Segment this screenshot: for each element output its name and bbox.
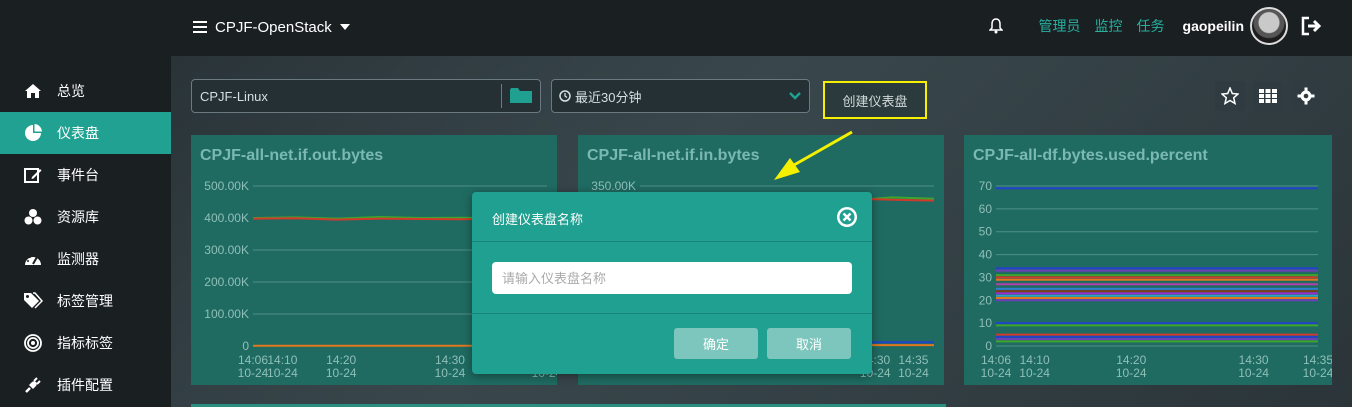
dashboard-select-value: CPJF-Linux <box>200 88 268 104</box>
chart-panel: CPJF-all-df.bytes.used.percent 70 60 50 40 3… <box>964 135 1332 385</box>
x-tick-label: 10-24 <box>326 366 357 380</box>
pie-chart-icon <box>23 123 43 143</box>
nav-link-tasks[interactable]: 任务 <box>1137 16 1165 36</box>
y-tick-label: 30 <box>979 270 993 284</box>
x-tick-label: 14:10 <box>267 353 297 367</box>
divider <box>472 313 872 314</box>
sidebar-item-resources[interactable]: 资源库 <box>0 196 171 238</box>
sidebar-item-label: 监测器 <box>57 251 99 267</box>
x-tick-label: 10-24 <box>1019 366 1050 380</box>
sidebar-item-label: 资源库 <box>57 209 99 225</box>
sidebar-item-overview[interactable]: 总览 <box>0 70 171 112</box>
y-tick-label: 400.00K <box>204 211 249 225</box>
target-icon <box>23 333 43 353</box>
cubes-icon <box>23 207 43 227</box>
x-tick-label: 14:06 <box>238 353 268 367</box>
y-tick-label: 60 <box>979 202 993 216</box>
y-tick-label: 0 <box>242 339 249 353</box>
close-icon[interactable] <box>836 206 858 233</box>
username[interactable]: gaopeilin <box>1183 18 1244 34</box>
dashboard-select[interactable]: CPJF-Linux <box>191 79 541 113</box>
logout-icon[interactable] <box>1300 16 1322 36</box>
avatar[interactable] <box>1250 7 1288 45</box>
x-tick-label: 14:30 <box>435 353 465 367</box>
gear-icon[interactable] <box>1291 81 1321 111</box>
modal-title: 创建仪表盘名称 <box>492 212 584 227</box>
x-tick-label: 14:20 <box>1116 353 1146 367</box>
x-tick-label: 10-24 <box>238 366 269 380</box>
y-tick-label: 40 <box>979 248 993 262</box>
arrow-annotation <box>774 130 853 180</box>
chevron-down-icon <box>789 92 801 100</box>
sidebar-item-monitors[interactable]: 监测器 <box>0 238 171 280</box>
sidebar-item-label: 仪表盘 <box>57 125 99 141</box>
create-dashboard-modal: 创建仪表盘名称 确定 取消 <box>472 192 872 374</box>
plug-icon <box>23 375 43 395</box>
time-range-select[interactable]: 最近30分钟 <box>551 79 810 113</box>
x-tick-label: 14:35 <box>1303 353 1332 367</box>
sidebar-item-plugins[interactable]: 插件配置 <box>0 364 171 406</box>
star-icon[interactable] <box>1215 81 1245 111</box>
y-tick-label: 200.00K <box>204 275 249 289</box>
top-right-nav: 管理员 监控 任务 gaopeilin <box>988 6 1322 46</box>
sidebar-item-events[interactable]: 事件台 <box>0 154 171 196</box>
y-tick-label: 50 <box>979 225 993 239</box>
panel-title: CPJF-all-df.bytes.used.percent <box>973 147 1208 164</box>
y-tick-label: 10 <box>979 316 993 330</box>
cancel-button[interactable]: 取消 <box>767 328 851 359</box>
x-tick-label: 14:06 <box>981 353 1011 367</box>
folder-icon[interactable] <box>502 88 540 104</box>
x-tick-label: 10-24 <box>1116 366 1147 380</box>
x-tick-label: 14:35 <box>898 353 928 367</box>
sidebar-item-label: 指标标签 <box>57 335 113 351</box>
home-icon <box>23 81 43 101</box>
create-dashboard-button[interactable]: 创建仪表盘 <box>823 81 927 119</box>
x-tick-label: 14:10 <box>1020 353 1050 367</box>
nav-link-admin[interactable]: 管理员 <box>1039 16 1081 36</box>
confirm-button[interactable]: 确定 <box>674 328 758 359</box>
sidebar-item-tags[interactable]: 标签管理 <box>0 280 171 322</box>
sidebar-item-label: 总览 <box>57 83 85 99</box>
time-range-value: 最近30分钟 <box>575 89 642 105</box>
sidebar: 总览 仪表盘 事件台 资源库 监测器 标签管理 指标标签 插件配置 <box>0 56 171 407</box>
sidebar-item-label: 插件配置 <box>57 377 113 393</box>
dashboard-icon <box>23 249 43 269</box>
clock-icon <box>559 90 571 102</box>
nav-link-monitor[interactable]: 监控 <box>1095 16 1123 36</box>
edit-icon <box>23 165 43 185</box>
x-tick-label: 14:30 <box>1239 353 1269 367</box>
tags-icon <box>23 291 43 311</box>
grid-icon[interactable] <box>1253 81 1283 111</box>
sidebar-item-label: 标签管理 <box>57 293 113 309</box>
y-tick-label: 20 <box>979 293 993 307</box>
x-tick-label: 10-24 <box>981 366 1012 380</box>
y-tick-label: 0 <box>985 339 992 353</box>
sidebar-item-dashboard[interactable]: 仪表盘 <box>0 112 171 154</box>
x-tick-label: 10-24 <box>435 366 466 380</box>
panel-title: CPJF-all-net.if.out.bytes <box>200 147 384 164</box>
x-tick-label: 10-24 <box>1303 366 1332 380</box>
dashboard-name-input[interactable] <box>492 262 852 294</box>
sidebar-item-metric-tags[interactable]: 指标标签 <box>0 322 171 364</box>
x-tick-label: 10-24 <box>267 366 298 380</box>
x-tick-label: 14:20 <box>326 353 356 367</box>
x-tick-label: 10-24 <box>898 366 929 380</box>
list-icon <box>193 21 207 33</box>
y-tick-label: 300.00K <box>204 243 249 257</box>
project-name: CPJF-OpenStack <box>215 18 332 36</box>
divider <box>472 241 872 242</box>
sidebar-item-label: 事件台 <box>57 167 99 183</box>
top-bar: CPJF-OpenStack 管理员 监控 任务 gaopeilin <box>0 0 1352 56</box>
y-tick-label: 350.00K <box>591 179 636 193</box>
caret-down-icon <box>339 24 350 30</box>
panel-title: CPJF-all-net.if.in.bytes <box>587 147 760 164</box>
y-tick-label: 100.00K <box>204 307 249 321</box>
project-selector[interactable]: CPJF-OpenStack <box>193 16 350 38</box>
y-tick-label: 70 <box>979 179 993 193</box>
bell-icon[interactable] <box>988 18 1003 34</box>
chart-df-percent: 70605040302010014:0610-2414:1010-2414:20… <box>979 179 1332 380</box>
y-tick-label: 500.00K <box>204 179 249 193</box>
x-tick-label: 10-24 <box>1238 366 1269 380</box>
